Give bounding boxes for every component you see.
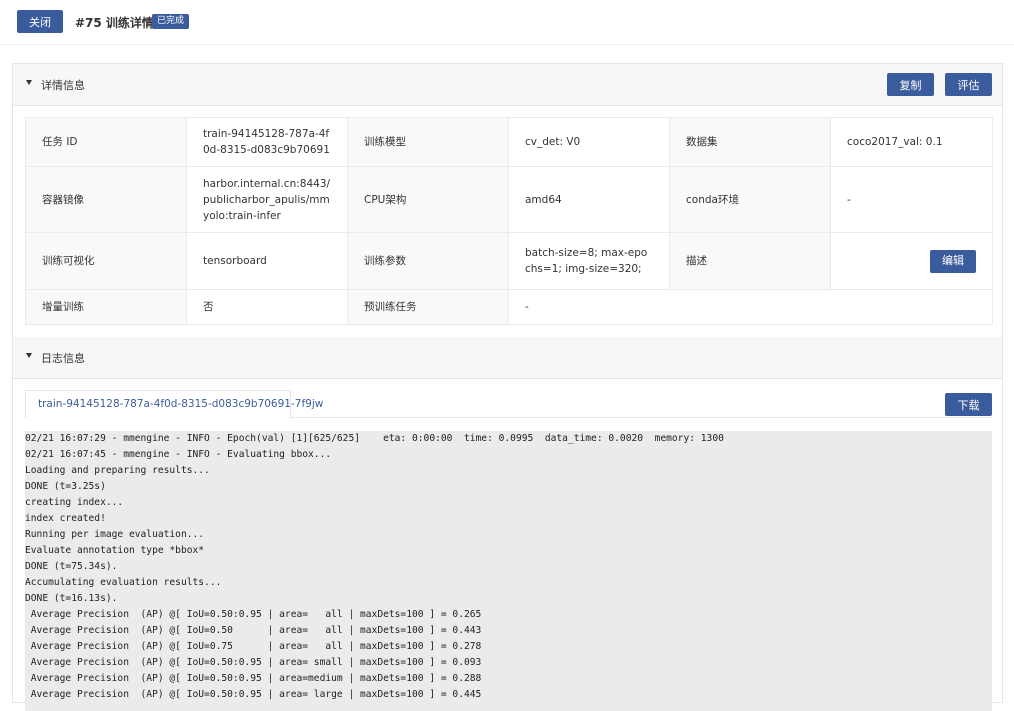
tab-divider bbox=[291, 417, 992, 418]
copy-button[interactable]: 复制 bbox=[887, 73, 934, 96]
pretrain-label: 预训练任务 bbox=[347, 289, 509, 325]
details-section-title: 详情信息 bbox=[41, 79, 85, 92]
log-output[interactable]: 02/21 16:07:29 - mmengine - INFO - Epoch… bbox=[25, 431, 992, 711]
page-title: #75 训练详情 bbox=[75, 16, 154, 30]
tab-log[interactable]: train-94145128-787a-4f0d-8315-d083c9b706… bbox=[25, 390, 323, 418]
incremental-label: 增量训练 bbox=[25, 289, 187, 325]
incremental-value: 否 bbox=[186, 289, 348, 325]
task-id-label: 任务 ID bbox=[25, 117, 187, 167]
cpu-arch-label: CPU架构 bbox=[347, 166, 509, 233]
caret-down-icon[interactable] bbox=[26, 80, 32, 85]
log-line: Accumulating evaluation results... bbox=[25, 577, 222, 588]
log-line: Average Precision (AP) @[ IoU=0.50:0.95 … bbox=[25, 609, 482, 620]
log-line: DONE (t=16.13s). bbox=[25, 593, 118, 604]
pretrain-value: - bbox=[508, 289, 993, 325]
conda-label: conda环境 bbox=[669, 166, 831, 233]
log-line: Average Precision (AP) @[ IoU=0.50:0.95 … bbox=[25, 689, 482, 700]
log-line: DONE (t=75.34s). bbox=[25, 561, 118, 572]
detail-panel: 详情信息 复制 评估 任务 ID train-94145128-787a-4f0… bbox=[12, 63, 1003, 711]
image-value: harbor.internal.cn:8443/publicharbor_apu… bbox=[186, 166, 348, 233]
description-cell: 编辑 bbox=[830, 232, 993, 290]
table-row: 任务 ID train-94145128-787a-4f0d-8315-d083… bbox=[25, 117, 993, 167]
log-line: Average Precision (AP) @[ IoU=0.50 | are… bbox=[25, 625, 482, 636]
details-table: 任务 ID train-94145128-787a-4f0d-8315-d083… bbox=[25, 117, 993, 325]
logs-section-title: 日志信息 bbox=[41, 352, 85, 365]
status-badge: 已完成 bbox=[152, 14, 190, 29]
download-button[interactable]: 下载 bbox=[945, 393, 992, 416]
params-value: batch-size=8; max-epochs=1; img-size=320… bbox=[508, 232, 670, 290]
log-line: 02/21 16:07:29 - mmengine - INFO - Epoch… bbox=[25, 433, 724, 444]
log-line: Evaluate annotation type *bbox* bbox=[25, 545, 205, 556]
log-line: Average Precision (AP) @[ IoU=0.50:0.95 … bbox=[25, 673, 482, 684]
model-value: cv_det: V0 bbox=[508, 117, 670, 167]
visualization-value: tensorboard bbox=[186, 232, 348, 290]
caret-down-icon[interactable] bbox=[26, 353, 32, 358]
conda-value: - bbox=[830, 166, 993, 233]
model-label: 训练模型 bbox=[347, 117, 509, 167]
params-label: 训练参数 bbox=[347, 232, 509, 290]
close-button[interactable]: 关闭 bbox=[17, 10, 63, 33]
cpu-arch-value: amd64 bbox=[508, 166, 670, 233]
log-line: DONE (t=3.25s) bbox=[25, 481, 106, 492]
dataset-value: coco2017_val: 0.1 bbox=[830, 117, 993, 167]
logs-section-header[interactable]: 日志信息 bbox=[13, 337, 1002, 379]
table-row: 训练可视化 tensorboard 训练参数 batch-size=8; max… bbox=[25, 232, 993, 290]
dataset-label: 数据集 bbox=[669, 117, 831, 167]
details-section-header[interactable]: 详情信息 复制 评估 bbox=[13, 64, 1002, 106]
top-bar: 关闭 #75 训练详情 已完成 bbox=[0, 0, 1014, 45]
log-line: creating index... bbox=[25, 497, 124, 508]
log-line: 02/21 16:07:45 - mmengine - INFO - Evalu… bbox=[25, 449, 332, 460]
edit-button[interactable]: 编辑 bbox=[930, 249, 976, 273]
description-label: 描述 bbox=[669, 232, 831, 290]
evaluate-button[interactable]: 评估 bbox=[945, 73, 992, 96]
log-line: Average Precision (AP) @[ IoU=0.75 | are… bbox=[25, 641, 482, 652]
log-line: Average Precision (AP) @[ IoU=0.50:0.95 … bbox=[25, 657, 482, 668]
visualization-label: 训练可视化 bbox=[25, 232, 187, 290]
image-label: 容器镜像 bbox=[25, 166, 187, 233]
task-id-value: train-94145128-787a-4f0d-8315-d083c9b706… bbox=[186, 117, 348, 167]
log-line: Running per image evaluation... bbox=[25, 529, 205, 540]
log-line: index created! bbox=[25, 513, 106, 524]
log-line: Loading and preparing results... bbox=[25, 465, 210, 476]
tab-log-label: train-94145128-787a-4f0d-8315-d083c9b706… bbox=[38, 398, 324, 410]
table-row: 容器镜像 harbor.internal.cn:8443/publicharbo… bbox=[25, 166, 993, 233]
table-row: 增量训练 否 预训练任务 - bbox=[25, 289, 993, 325]
